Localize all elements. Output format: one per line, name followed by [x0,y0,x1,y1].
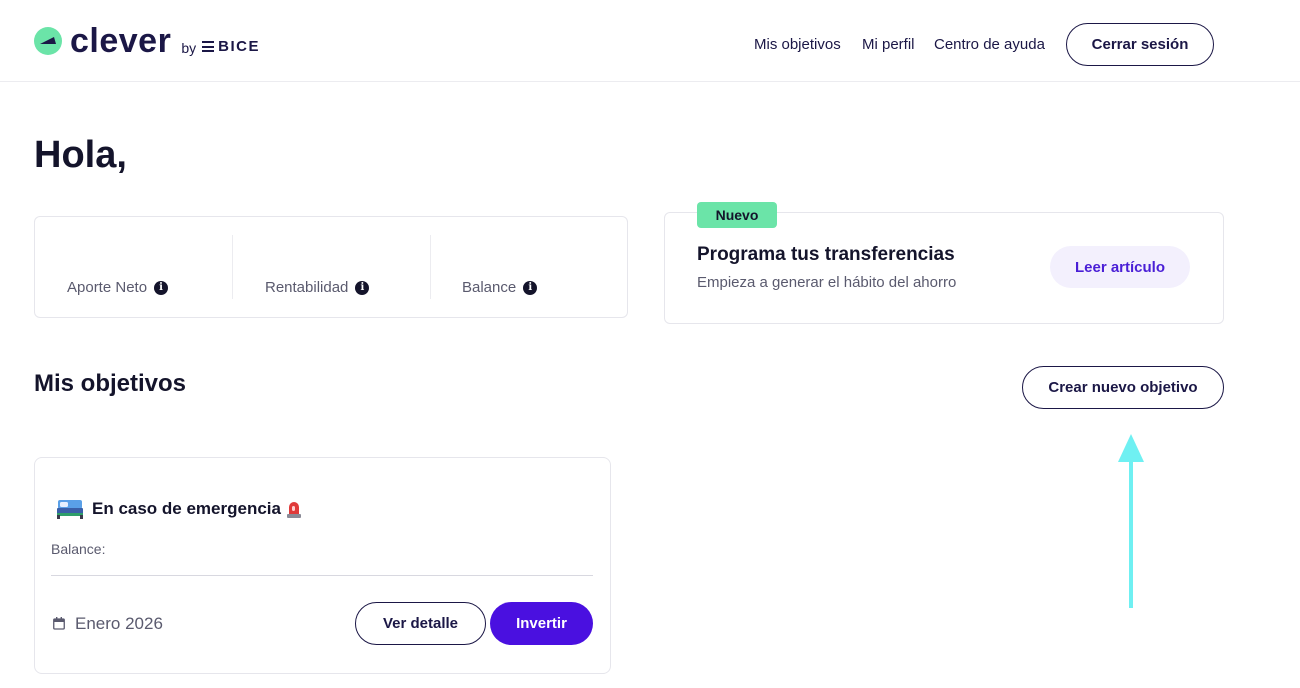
stat-divider [232,235,233,299]
info-icon[interactable]: i [523,280,538,295]
view-detail-button[interactable]: Ver detalle [355,602,486,645]
goal-divider [51,575,593,576]
bice-lines-icon [202,41,215,52]
logo-wordmark: clever [70,22,172,60]
summary-stats-card: Aporte Neto i Rentabilidad i Balance i [34,216,628,318]
calendar-icon [53,617,65,630]
stat-label: Aporte Neto [67,279,148,296]
bice-wordmark: BICE [218,38,260,55]
stat-divider [430,235,431,299]
stat-balance: Balance i [462,279,538,296]
objectives-title: Mis objetivos [34,370,187,397]
goal-date: Enero 2026 [75,614,163,633]
new-badge: Nuevo [697,202,777,228]
logout-button[interactable]: Cerrar sesión [1066,23,1214,66]
siren-icon [287,502,301,518]
clever-logo[interactable]: clever by BICE [34,24,260,58]
invest-button[interactable]: Invertir [490,602,593,645]
bed-icon [57,500,83,519]
page-greeting: Hola, [34,134,127,176]
info-icon[interactable]: i [154,280,169,295]
stat-aporte-neto: Aporte Neto i [67,279,169,296]
nav-centro-de-ayuda[interactable]: Centro de ayuda [934,36,1045,53]
stat-label: Balance [462,279,517,296]
promo-subtitle: Empieza a generar el hábito del ahorro [697,274,957,291]
info-icon[interactable]: i [355,280,370,295]
nav-mis-objetivos[interactable]: Mis objetivos [754,36,841,53]
stat-rentabilidad: Rentabilidad i [265,279,370,296]
create-objective-button[interactable]: Crear nuevo objetivo [1022,366,1224,409]
stat-label: Rentabilidad [265,279,349,296]
read-article-button[interactable]: Leer artículo [1050,246,1190,288]
logo-by-text: by [181,40,197,56]
goal-balance-label: Balance: [51,541,106,557]
annotation-arrow-icon [1118,434,1144,608]
clever-logo-icon [34,27,62,55]
goal-title: En caso de emergencia [92,499,281,518]
nav-mi-perfil[interactable]: Mi perfil [862,36,915,53]
promo-title: Programa tus transferencias [697,244,955,265]
top-header: clever by BICE Mis objetivos Mi perfil C… [0,0,1300,82]
bice-logo: BICE [202,38,260,55]
